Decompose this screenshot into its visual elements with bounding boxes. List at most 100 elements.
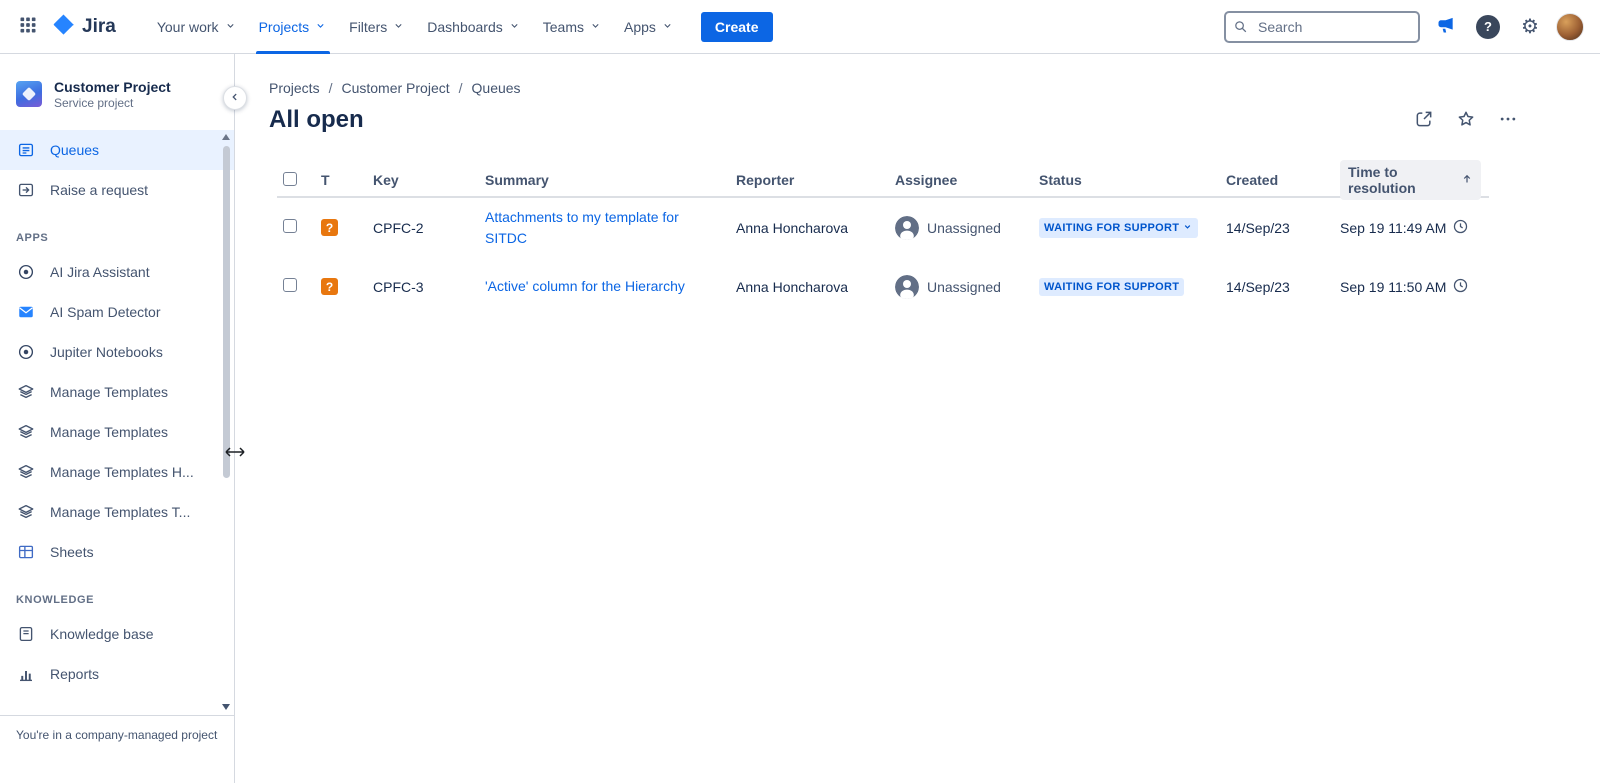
column-header-type[interactable]: T bbox=[315, 172, 367, 188]
breadcrumb-queues[interactable]: Queues bbox=[472, 80, 521, 96]
sidebar-item-knowledge-base[interactable]: Knowledge base bbox=[0, 614, 234, 654]
table-grid-icon bbox=[16, 543, 36, 561]
create-button[interactable]: Create bbox=[701, 12, 773, 42]
sidebar-item-sheets[interactable]: Sheets bbox=[0, 532, 234, 572]
status-dropdown[interactable]: WAITING FOR SUPPORT bbox=[1039, 218, 1198, 238]
help-button[interactable]: ? bbox=[1472, 11, 1504, 43]
sidebar-item-manage-templates-t[interactable]: Manage Templates T... bbox=[0, 492, 234, 532]
status-chip[interactable]: WAITING FOR SUPPORT bbox=[1039, 278, 1184, 296]
breadcrumb-separator bbox=[329, 80, 333, 96]
queues-icon bbox=[16, 141, 36, 159]
column-header-reporter[interactable]: Reporter bbox=[730, 172, 889, 188]
top-navigation: Jira Your work Projects Filters Dashboar… bbox=[0, 0, 1600, 54]
breadcrumb-customer-project[interactable]: Customer Project bbox=[341, 80, 449, 96]
star-button[interactable] bbox=[1450, 104, 1482, 136]
nav-your-work[interactable]: Your work bbox=[146, 0, 248, 54]
scrollbar-down-arrow[interactable] bbox=[222, 704, 230, 710]
cell-created: 14/Sep/23 bbox=[1220, 279, 1334, 295]
sidebar-item-queues[interactable]: Queues bbox=[0, 130, 234, 170]
layers-icon bbox=[16, 463, 36, 481]
column-header-key[interactable]: Key bbox=[367, 172, 479, 188]
sidebar-item-raise-request[interactable]: Raise a request bbox=[0, 170, 234, 210]
chevron-down-icon bbox=[314, 18, 327, 35]
nav-apps[interactable]: Apps bbox=[613, 0, 685, 54]
sidebar-item-reports[interactable]: Reports bbox=[0, 654, 234, 694]
sidebar-collapse-button[interactable] bbox=[223, 86, 247, 110]
column-header-time-to-resolution[interactable]: Time to resolution bbox=[1334, 160, 1489, 200]
sidebar-footer-note: You're in a company-managed project bbox=[0, 715, 234, 783]
jira-wordmark: Jira bbox=[82, 16, 116, 38]
row-checkbox[interactable] bbox=[283, 219, 297, 233]
question-type-icon: ? bbox=[321, 219, 338, 236]
breadcrumb-separator bbox=[459, 80, 463, 96]
project-header: Customer Project Service project bbox=[0, 76, 234, 130]
project-avatar-icon bbox=[16, 81, 42, 107]
settings-button[interactable]: ⚙ bbox=[1514, 11, 1546, 43]
book-icon bbox=[16, 625, 36, 643]
clock-icon bbox=[1452, 218, 1469, 238]
column-header-summary[interactable]: Summary bbox=[479, 172, 730, 188]
sidebar-item-ai-spam-detector[interactable]: AI Spam Detector bbox=[0, 292, 234, 332]
search-input[interactable] bbox=[1224, 11, 1420, 43]
nav-right-cluster: ? ⚙ bbox=[1224, 11, 1584, 43]
breadcrumb-projects[interactable]: Projects bbox=[269, 80, 320, 96]
sidebar-item-jupiter-notebooks[interactable]: Jupiter Notebooks bbox=[0, 332, 234, 372]
nav-projects[interactable]: Projects bbox=[248, 0, 339, 54]
cell-summary: 'Active' column for the Hierarchy bbox=[479, 276, 730, 296]
layers-icon bbox=[16, 383, 36, 401]
project-name: Customer Project bbox=[54, 78, 171, 96]
jira-logo[interactable]: Jira bbox=[44, 13, 124, 41]
column-header-assignee[interactable]: Assignee bbox=[889, 172, 1033, 188]
cell-time-to-resolution: Sep 19 11:50 AM bbox=[1334, 277, 1489, 297]
cell-status: WAITING FOR SUPPORT bbox=[1033, 277, 1220, 296]
app-switcher-button[interactable] bbox=[12, 11, 44, 43]
target-icon bbox=[16, 263, 36, 281]
gear-icon: ⚙ bbox=[1521, 17, 1539, 37]
star-icon bbox=[1456, 109, 1476, 132]
nav-filters[interactable]: Filters bbox=[338, 0, 416, 54]
app-switcher-grid-icon bbox=[18, 15, 38, 38]
chevron-down-icon bbox=[661, 18, 674, 35]
raise-request-icon bbox=[16, 181, 36, 199]
column-header-created[interactable]: Created bbox=[1220, 172, 1334, 188]
sidebar-item-manage-templates-2[interactable]: Manage Templates bbox=[0, 412, 234, 452]
app-body: Customer Project Service project Queues … bbox=[0, 54, 1600, 783]
queue-table: T Key Summary Reporter Assignee Status C… bbox=[277, 160, 1489, 316]
bar-chart-icon bbox=[16, 665, 36, 683]
clock-icon bbox=[1452, 277, 1469, 297]
table-row: ? CPFC-2 Attachments to my template for … bbox=[277, 198, 1489, 257]
unassigned-avatar-icon bbox=[895, 275, 919, 299]
announcement-button[interactable] bbox=[1430, 11, 1462, 43]
help-icon: ? bbox=[1476, 15, 1500, 39]
cell-summary: Attachments to my template for SITDC bbox=[479, 207, 730, 248]
open-in-new-button[interactable] bbox=[1408, 104, 1440, 136]
cell-time-to-resolution: Sep 19 11:49 AM bbox=[1334, 218, 1489, 238]
chevron-left-icon bbox=[228, 90, 242, 107]
user-avatar[interactable] bbox=[1556, 13, 1584, 41]
issue-summary-link[interactable]: 'Active' column for the Hierarchy bbox=[485, 276, 685, 296]
sidebar-scrollbar-thumb[interactable] bbox=[223, 146, 230, 478]
layers-icon bbox=[16, 423, 36, 441]
sidebar-item-ai-jira-assistant[interactable]: AI Jira Assistant bbox=[0, 252, 234, 292]
row-checkbox[interactable] bbox=[283, 278, 297, 292]
title-actions bbox=[1408, 104, 1576, 136]
select-all-checkbox[interactable] bbox=[283, 172, 297, 186]
knowledge-section-title: KNOWLEDGE bbox=[0, 572, 234, 614]
sort-ascending-icon bbox=[1461, 172, 1473, 188]
scrollbar-up-arrow[interactable] bbox=[222, 134, 230, 140]
cell-created: 14/Sep/23 bbox=[1220, 220, 1334, 236]
more-actions-button[interactable] bbox=[1492, 104, 1524, 136]
external-link-icon bbox=[1414, 109, 1434, 132]
issue-summary-link[interactable]: Attachments to my template for SITDC bbox=[485, 207, 703, 248]
nav-teams[interactable]: Teams bbox=[532, 0, 613, 54]
cell-key: CPFC-3 bbox=[367, 279, 479, 295]
sidebar-item-manage-templates-1[interactable]: Manage Templates bbox=[0, 372, 234, 412]
column-header-status[interactable]: Status bbox=[1033, 172, 1220, 188]
chevron-down-icon bbox=[589, 18, 602, 35]
mail-icon bbox=[16, 303, 36, 321]
target-icon bbox=[16, 343, 36, 361]
sidebar-item-manage-templates-h[interactable]: Manage Templates H... bbox=[0, 452, 234, 492]
cell-key: CPFC-2 bbox=[367, 220, 479, 236]
nav-dashboards[interactable]: Dashboards bbox=[416, 0, 532, 54]
breadcrumb: Projects Customer Project Queues bbox=[269, 80, 1576, 96]
